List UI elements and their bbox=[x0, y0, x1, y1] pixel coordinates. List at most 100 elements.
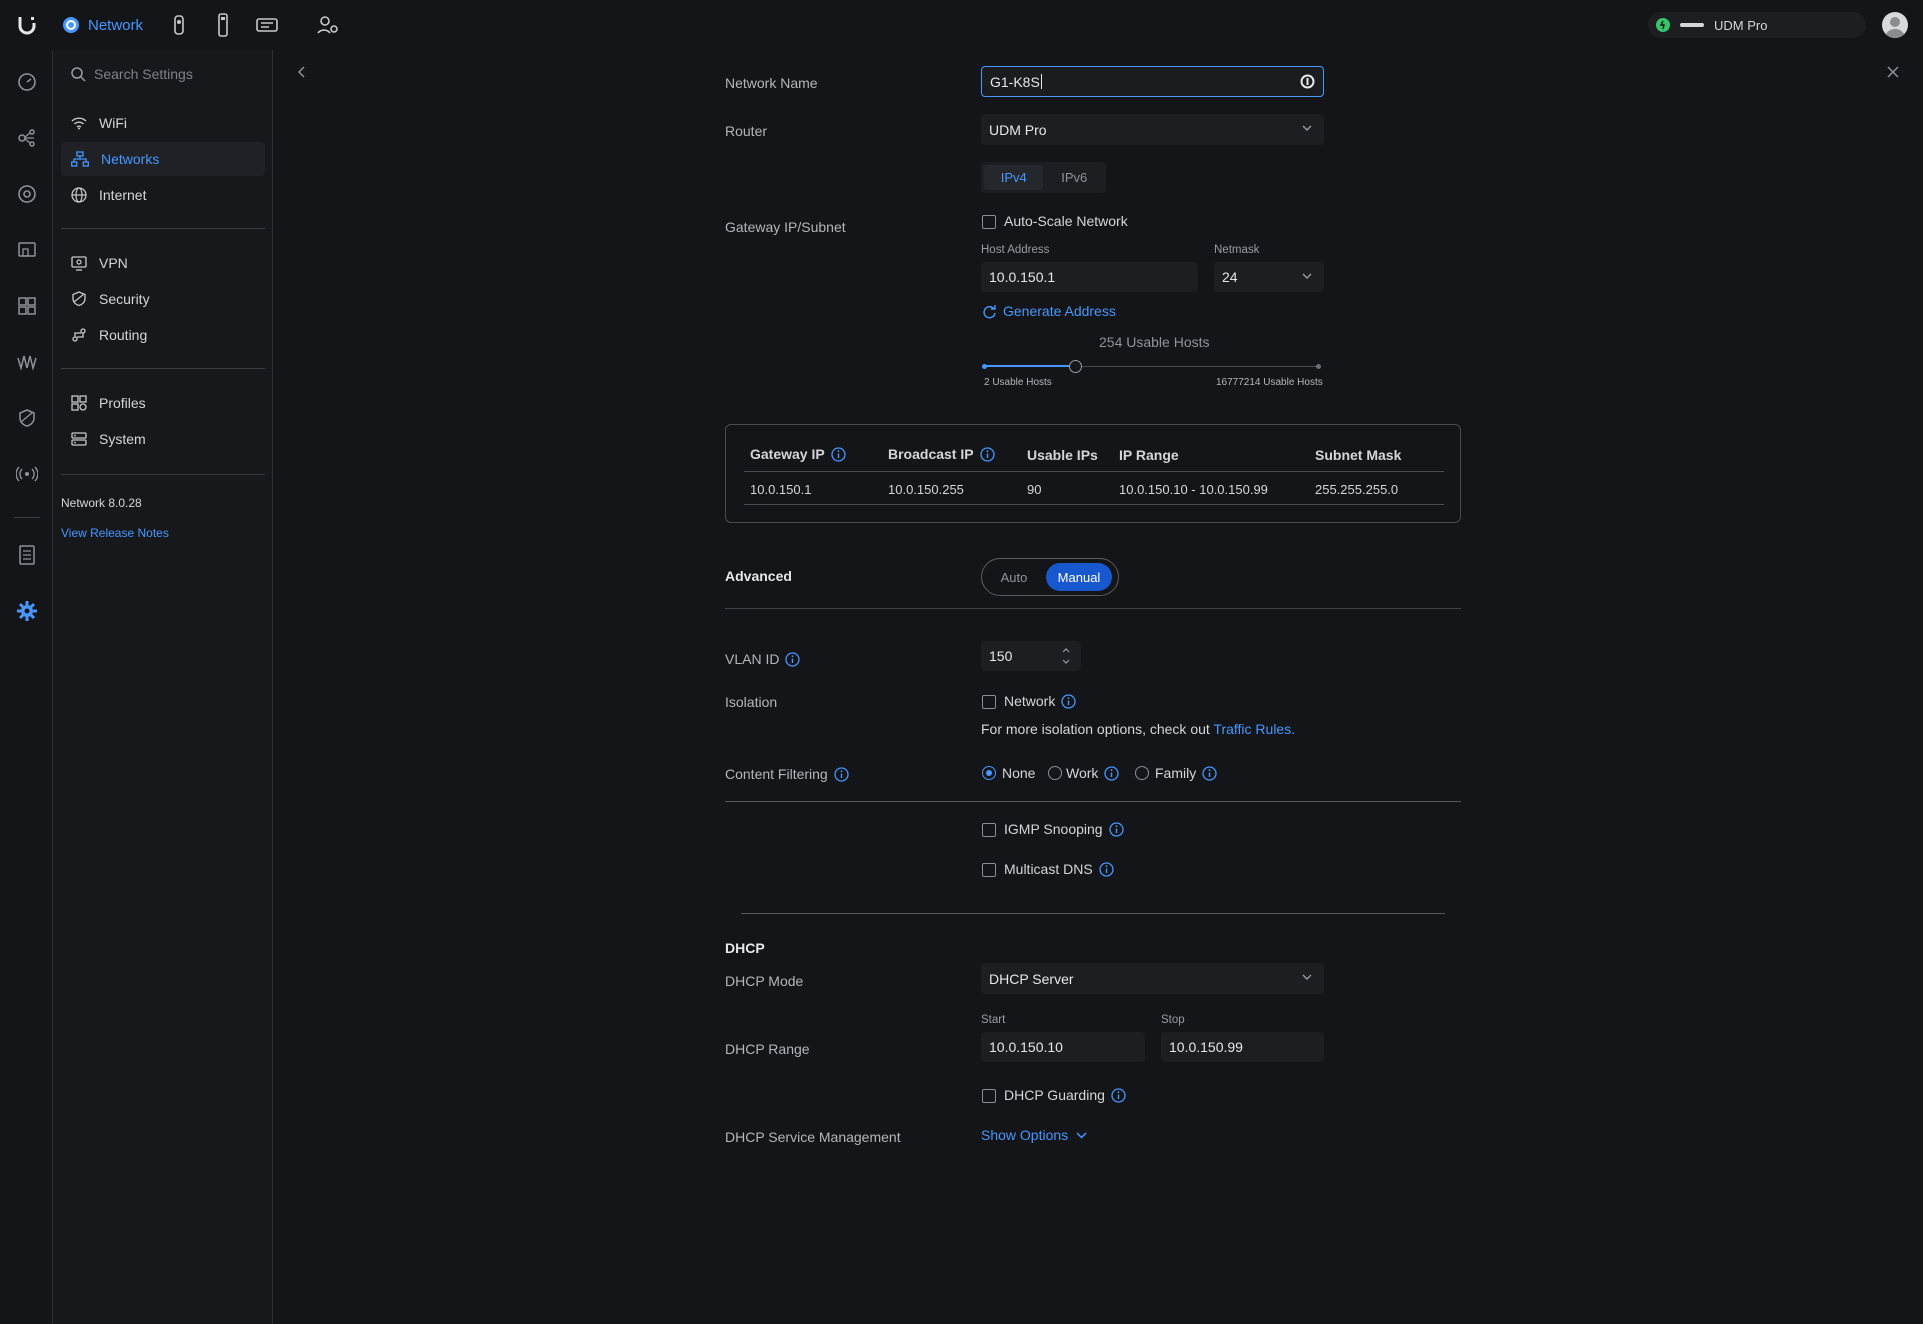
router-select[interactable]: UDM Pro bbox=[981, 114, 1324, 145]
traffic-icon[interactable] bbox=[14, 349, 40, 375]
tab-ipv4[interactable]: IPv4 bbox=[984, 165, 1044, 190]
vlan-id-stepper[interactable]: 150 bbox=[981, 641, 1081, 671]
slider-thumb[interactable] bbox=[1069, 360, 1082, 373]
insights-icon[interactable] bbox=[14, 293, 40, 319]
info-icon[interactable] bbox=[834, 766, 849, 782]
admins-icon[interactable] bbox=[315, 12, 341, 38]
release-notes-link[interactable]: View Release Notes bbox=[61, 526, 169, 540]
radios-icon[interactable] bbox=[14, 461, 40, 487]
dhcp-start-value: 10.0.150.10 bbox=[989, 1039, 1063, 1055]
profiles-icon bbox=[71, 395, 87, 411]
section-divider bbox=[741, 913, 1445, 914]
dhcp-start-label: Start bbox=[981, 1014, 1006, 1026]
info-icon[interactable] bbox=[1111, 1087, 1126, 1103]
access-app-icon[interactable] bbox=[210, 12, 236, 38]
chevron-down-icon bbox=[1302, 125, 1312, 132]
sidebar-item-internet[interactable]: Internet bbox=[61, 178, 265, 212]
subnet-summary-table: Gateway IP Broadcast IP Usable IPs IP Ra… bbox=[725, 424, 1461, 523]
subnet-slider[interactable] bbox=[982, 357, 1321, 377]
talk-app-icon[interactable] bbox=[254, 12, 280, 38]
tab-ipv6[interactable]: IPv6 bbox=[1045, 165, 1103, 190]
col-ip-range: IP Range bbox=[1119, 447, 1179, 463]
advanced-auto-option[interactable]: Auto bbox=[986, 563, 1042, 591]
close-icon[interactable] bbox=[1887, 66, 1899, 78]
autoscale-label: Auto-Scale Network bbox=[1004, 213, 1128, 229]
netmask-value: 24 bbox=[1222, 269, 1238, 285]
protect-app-icon[interactable] bbox=[166, 12, 192, 38]
igmp-checkbox[interactable] bbox=[982, 823, 996, 837]
content-none-radio[interactable] bbox=[982, 766, 996, 780]
mdns-checkbox[interactable] bbox=[982, 863, 996, 877]
content-family-radio[interactable] bbox=[1135, 766, 1149, 780]
password-manager-icon[interactable] bbox=[1300, 74, 1315, 89]
show-options-button[interactable]: Show Options bbox=[981, 1127, 1087, 1143]
autoscale-checkbox[interactable] bbox=[982, 215, 996, 229]
dhcp-mode-select[interactable]: DHCP Server bbox=[981, 963, 1324, 994]
sidebar-item-label: Internet bbox=[99, 187, 147, 203]
clients-icon[interactable] bbox=[14, 237, 40, 263]
shield-icon bbox=[71, 291, 87, 307]
info-icon[interactable] bbox=[1099, 861, 1114, 877]
stepper-arrows-icon[interactable] bbox=[1061, 645, 1071, 667]
isolation-network-checkbox[interactable] bbox=[982, 695, 996, 709]
dhcp-guarding-group: DHCP Guarding bbox=[1004, 1087, 1126, 1103]
sidebar-item-routing[interactable]: Routing bbox=[61, 318, 265, 352]
info-icon[interactable] bbox=[979, 446, 995, 462]
netmask-select[interactable]: 24 bbox=[1214, 262, 1324, 292]
radio-dot bbox=[986, 770, 992, 776]
info-icon[interactable] bbox=[1061, 693, 1077, 709]
cell-broadcast-ip: 10.0.150.255 bbox=[888, 482, 964, 497]
devices-icon[interactable] bbox=[14, 181, 40, 207]
sidebar-item-vpn[interactable]: VPN bbox=[61, 246, 265, 280]
logs-icon[interactable] bbox=[14, 542, 40, 568]
device-selector[interactable]: UDM Pro bbox=[1648, 12, 1866, 38]
content-work-radio[interactable] bbox=[1048, 766, 1062, 780]
sidebar-item-security[interactable]: Security bbox=[61, 282, 265, 316]
host-address-label: Host Address bbox=[981, 244, 1050, 256]
sidebar-item-label: System bbox=[99, 431, 146, 447]
info-icon[interactable] bbox=[785, 651, 801, 667]
system-icon bbox=[71, 431, 87, 447]
dhcp-guarding-checkbox[interactable] bbox=[982, 1089, 996, 1103]
top-bar: Network UDM Pro bbox=[0, 0, 1923, 50]
sidebar-item-system[interactable]: System bbox=[61, 422, 265, 456]
info-icon[interactable] bbox=[1104, 765, 1120, 781]
nav-network[interactable]: Network bbox=[62, 12, 143, 38]
isolation-label: Isolation bbox=[725, 694, 778, 710]
vlan-label-group: VLAN ID bbox=[725, 651, 801, 667]
version-text: Network 8.0.28 bbox=[61, 496, 142, 510]
settings-gear-icon[interactable] bbox=[14, 598, 40, 624]
advanced-manual-option[interactable]: Manual bbox=[1046, 563, 1112, 591]
user-avatar[interactable] bbox=[1882, 12, 1908, 38]
info-icon[interactable] bbox=[1202, 765, 1217, 781]
back-chevron-icon[interactable] bbox=[296, 65, 308, 79]
dhcp-start-input[interactable]: 10.0.150.10 bbox=[981, 1032, 1145, 1062]
info-icon[interactable] bbox=[1108, 821, 1124, 837]
wifi-icon bbox=[71, 116, 87, 130]
text-cursor bbox=[1040, 74, 1042, 89]
igmp-label: IGMP Snooping bbox=[1004, 821, 1103, 837]
cell-subnet-mask: 255.255.255.0 bbox=[1315, 482, 1399, 497]
sidebar-item-wifi[interactable]: WiFi bbox=[61, 106, 265, 140]
sidebar-item-label: Networks bbox=[101, 151, 160, 167]
sidebar-item-profiles[interactable]: Profiles bbox=[61, 386, 265, 420]
ubiquiti-logo-icon[interactable] bbox=[14, 12, 40, 38]
topology-icon[interactable] bbox=[14, 125, 40, 151]
sidebar-divider bbox=[61, 228, 265, 229]
content-work-label: Work bbox=[1066, 765, 1099, 781]
isolation-network-label: Network bbox=[1004, 693, 1056, 709]
network-name-input[interactable]: G1-K8S bbox=[981, 66, 1324, 97]
dashboard-icon[interactable] bbox=[14, 69, 40, 95]
search-settings-input[interactable]: Search Settings bbox=[61, 57, 265, 91]
advanced-toggle: Auto Manual bbox=[981, 558, 1119, 596]
traffic-rules-link[interactable]: Traffic Rules. bbox=[1213, 721, 1295, 737]
info-icon[interactable] bbox=[831, 446, 846, 462]
host-address-input[interactable]: 10.0.150.1 bbox=[981, 262, 1198, 292]
network-name-value: G1-K8S bbox=[990, 73, 1040, 90]
sidebar-item-networks[interactable]: Networks bbox=[61, 142, 265, 176]
slider-min-label: 2 Usable Hosts bbox=[984, 377, 1052, 388]
protection-icon[interactable] bbox=[14, 405, 40, 431]
networks-icon bbox=[71, 151, 89, 167]
generate-address-button[interactable]: Generate Address bbox=[982, 303, 1116, 319]
dhcp-stop-input[interactable]: 10.0.150.99 bbox=[1161, 1032, 1324, 1062]
